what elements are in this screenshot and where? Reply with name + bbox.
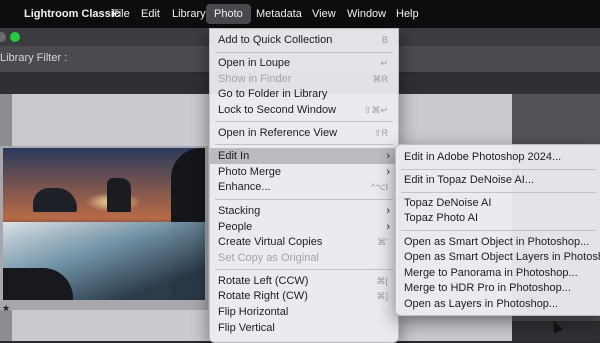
edit-in-submenu: Edit in Adobe Photoshop 2024... Edit in … xyxy=(395,144,600,316)
menu-item-set-copy-as-original: Set Copy as Original xyxy=(218,252,319,264)
menu-item-open-in-loupe[interactable]: Open in Loupe ↵ xyxy=(210,55,398,71)
menu-library[interactable]: Library xyxy=(172,0,206,28)
menu-separator xyxy=(401,230,596,231)
submenu-item-open-as-smart-object-layers[interactable]: Open as Smart Object Layers in Photoshop… xyxy=(396,249,600,265)
menu-item-photo-merge[interactable]: Photo Merge › xyxy=(210,164,398,180)
fullscreen-button[interactable] xyxy=(10,32,20,42)
thumbnail-sea-stack xyxy=(107,178,131,212)
menu-item-flip-horizontal[interactable]: Flip Horizontal xyxy=(210,304,398,320)
menu-item-edit-in[interactable]: Edit In › xyxy=(210,148,398,164)
rating-star-icon[interactable]: ★ xyxy=(2,303,10,314)
shortcut-label: ⌘] xyxy=(376,291,388,301)
submenu-item-topaz-photo-ai[interactable]: Topaz Photo AI xyxy=(396,210,600,226)
menu-item-stacking[interactable]: Stacking › xyxy=(210,203,398,219)
thumbnail-rock xyxy=(33,188,77,212)
shortcut-label: ^⌥I xyxy=(370,182,388,192)
system-menu-bar: Lightroom Classic File Edit Library Phot… xyxy=(0,0,600,28)
menu-window[interactable]: Window xyxy=(347,0,386,28)
menu-separator xyxy=(215,199,393,200)
photo-thumbnail[interactable] xyxy=(3,148,205,300)
submenu-item-merge-to-panorama[interactable]: Merge to Panorama in Photoshop... xyxy=(396,265,600,281)
photo-menu-dropdown: Add to Quick Collection B Open in Loupe … xyxy=(209,28,399,343)
submenu-item-open-as-layers[interactable]: Open as Layers in Photoshop... xyxy=(396,296,600,312)
menu-item-add-to-quick-collection[interactable]: Add to Quick Collection B xyxy=(210,32,398,48)
menu-view[interactable]: View xyxy=(312,0,336,28)
menu-photo[interactable]: Photo xyxy=(206,4,251,24)
menu-item-show-in-finder: Show in Finder ⌘R xyxy=(218,73,389,85)
app-name-menu[interactable]: Lightroom Classic xyxy=(24,0,120,28)
submenu-item-topaz-denoise-ai[interactable]: Topaz DeNoise AI xyxy=(396,195,600,211)
menu-help[interactable]: Help xyxy=(396,0,419,28)
library-filter-label: Library Filter : xyxy=(0,52,68,64)
submenu-item-edit-in-photoshop-2024[interactable]: Edit in Adobe Photoshop 2024... xyxy=(396,149,600,165)
menu-separator xyxy=(215,269,393,270)
menu-item-go-to-folder-in-library[interactable]: Go to Folder in Library xyxy=(210,86,398,102)
menu-metadata[interactable]: Metadata xyxy=(256,0,302,28)
menu-item-rotate-right[interactable]: Rotate Right (CW) ⌘] xyxy=(210,288,398,304)
chevron-right-icon: › xyxy=(386,166,390,178)
menu-item-people[interactable]: People › xyxy=(210,219,398,235)
shortcut-label: ↵ xyxy=(380,58,388,68)
shortcut-label: ⌘R xyxy=(372,74,389,84)
submenu-item-open-as-smart-object[interactable]: Open as Smart Object in Photoshop... xyxy=(396,234,600,250)
menu-separator xyxy=(401,169,596,170)
menu-item-open-in-reference-view[interactable]: Open in Reference View ⇧R xyxy=(210,125,398,141)
shortcut-label: ⌘' xyxy=(377,237,388,247)
shortcut-label: ⇧R xyxy=(373,128,388,138)
chevron-right-icon: › xyxy=(386,150,390,162)
menu-file[interactable]: File xyxy=(112,0,130,28)
menu-separator xyxy=(401,192,596,193)
menu-separator xyxy=(215,144,393,145)
menu-item-flip-vertical[interactable]: Flip Vertical xyxy=(210,320,398,336)
menu-item-create-virtual-copies[interactable]: Create Virtual Copies ⌘' xyxy=(210,234,398,250)
menu-item-lock-to-second-window[interactable]: Lock to Second Window ⇧⌘↵ xyxy=(210,102,398,118)
shortcut-label: B xyxy=(381,35,388,45)
minimize-button[interactable] xyxy=(0,32,6,42)
shortcut-label: ⇧⌘↵ xyxy=(363,105,388,115)
submenu-item-merge-to-hdr-pro[interactable]: Merge to HDR Pro in Photoshop... xyxy=(396,280,600,296)
menu-edit[interactable]: Edit xyxy=(141,0,160,28)
menu-item-rotate-left[interactable]: Rotate Left (CCW) ⌘[ xyxy=(210,273,398,289)
chevron-right-icon: › xyxy=(386,221,390,233)
menu-separator xyxy=(215,52,393,53)
submenu-item-edit-in-topaz-denoise[interactable]: Edit in Topaz DeNoise AI... xyxy=(396,172,600,188)
shortcut-label: ⌘[ xyxy=(376,276,388,286)
menu-item-enhance[interactable]: Enhance... ^⌥I xyxy=(210,179,398,195)
chevron-right-icon: › xyxy=(386,205,390,217)
menu-separator xyxy=(215,121,393,122)
